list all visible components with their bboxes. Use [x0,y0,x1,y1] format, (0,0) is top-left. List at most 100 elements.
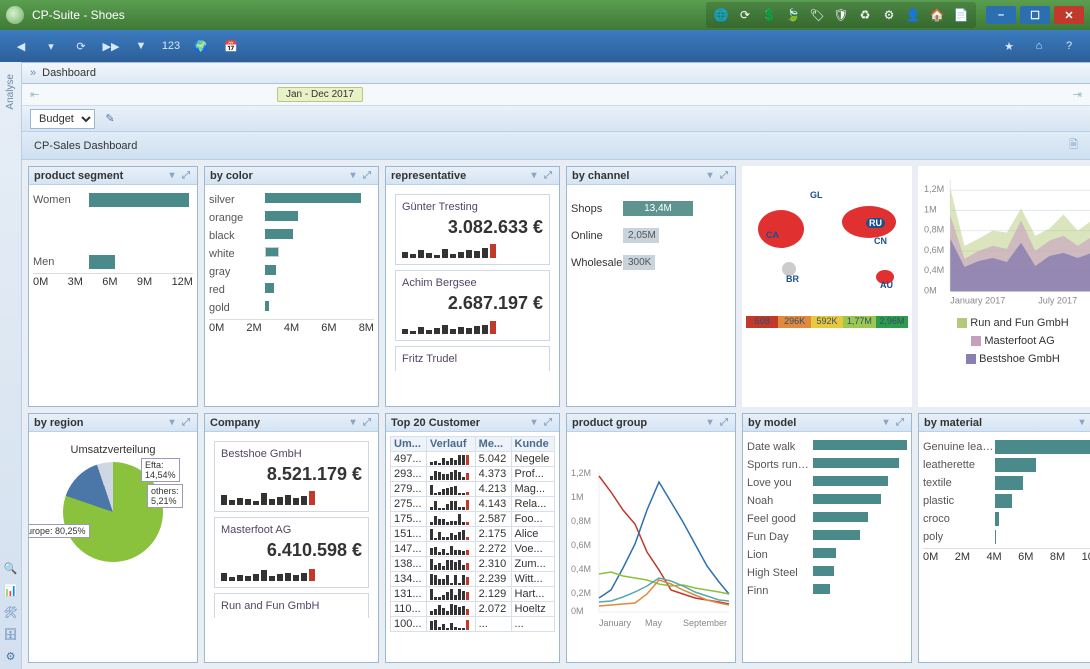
expand-icon[interactable]: ⤢ [361,170,373,182]
table-row[interactable]: 175...2.587Foo... [391,512,555,527]
dropdown-icon[interactable]: ▾ [38,33,64,59]
expand-icon[interactable]: ⤢ [542,417,554,429]
refresh-icon[interactable]: ⟳ [734,4,756,26]
timeline-bar[interactable]: ⇤ Jan - Dec 2017 ⇥ [22,84,1090,106]
funnel-icon[interactable]: ▾ [347,170,359,182]
expand-icon[interactable]: ⤢ [180,417,192,429]
rail-chart-icon[interactable]: 📊 [2,581,20,599]
note-icon[interactable]: 📄 [950,4,972,26]
chart-by-material[interactable]: Genuine leatherleatherettetextileplastic… [923,440,1090,544]
breadcrumb-collapse-icon[interactable]: » [30,67,36,79]
funnel-icon[interactable]: ▾ [347,417,359,429]
table-row[interactable]: 100......... [391,617,555,632]
sparkline [402,318,543,334]
shield-icon[interactable]: 🛡 [830,4,852,26]
rail-search-icon[interactable]: 🔍 [2,559,20,577]
rep-card[interactable]: Günter Tresting 3.082.633 € [395,194,550,265]
svg-text:0,4M: 0,4M [571,564,591,574]
svg-text:1,2M: 1,2M [571,468,591,478]
forward-icon[interactable]: ▶▶ [98,33,124,59]
money-icon[interactable]: 💲 [758,4,780,26]
numbers-icon[interactable]: 123 [158,33,184,59]
close-button[interactable]: ✕ [1054,6,1084,24]
timeline-range[interactable]: Jan - Dec 2017 [277,87,363,102]
table-row[interactable]: 110...2.072Hoeltz [391,602,555,617]
expand-icon[interactable]: ⤢ [361,417,373,429]
panel-by-material: by material▾⤢ Genuine leatherleatherette… [918,413,1090,663]
gear-icon[interactable]: ⚙ [878,4,900,26]
panel-by-region: by region▾⤢ Umsatzverteilung Europe: 80,… [28,413,198,663]
favorite-icon[interactable]: ★ [996,33,1022,59]
panel-top20: Top 20 Customer▾⤢ Um... Verlauf Me... Ku… [385,413,560,663]
maximize-button[interactable]: ☐ [1020,6,1050,24]
pie-title: Umsatzverteilung [71,444,156,456]
table-row[interactable]: 279...4.213Mag... [391,482,555,497]
area-chart[interactable]: 1,2M1M0,8M0,6M0,4M0M January 2017July 20… [922,170,1090,312]
funnel-icon[interactable]: ▾ [166,170,178,182]
company-card[interactable]: Bestshoe GmbH 8.521.179 € [214,441,369,512]
funnel-icon[interactable]: ▾ [528,417,540,429]
expand-icon[interactable]: ⤢ [718,417,730,429]
edit-icon[interactable]: ✎ [101,110,119,128]
chart-by-model[interactable]: Date walkSports runnerLove youNoahFeel g… [747,440,907,598]
rail-settings-icon[interactable]: ⚙ [2,647,20,665]
expand-icon[interactable]: ⤢ [542,170,554,182]
chart-by-channel[interactable]: Shops13,4M Online2,05M Wholesale300K [571,201,731,270]
scope-select[interactable]: Budget [30,109,95,129]
sparkline [221,565,362,581]
company-card[interactable]: Run and Fun GmbH [214,593,369,618]
chart-by-color[interactable]: silver orange black white gray red gold [209,193,374,315]
rep-card[interactable]: Achim Bergsee 2.687.197 € [395,270,550,341]
line-chart[interactable]: 1,2M1M0,8M0,6M0,4M0,2M0M JanuaryMaySepte… [571,436,731,658]
pie-chart[interactable]: Europe: 80,25% Efta: 14,54% others: 5,21… [63,462,163,562]
calendar-icon[interactable]: 📅 [218,33,244,59]
help-icon[interactable]: ? [1056,33,1082,59]
home-toolbar-icon[interactable]: ⌂ [1026,33,1052,59]
sync-icon[interactable]: ⟳ [68,33,94,59]
svg-text:January: January [599,618,632,628]
funnel-icon[interactable]: ▾ [1076,417,1088,429]
rail-tools-icon[interactable]: 🛠 [2,603,20,621]
table-row[interactable]: 497...5.042Negele [391,452,555,467]
back-icon[interactable]: ◀ [8,33,34,59]
table-row[interactable]: 131...2.129Hart... [391,587,555,602]
table-row[interactable]: 151...2.175Alice [391,527,555,542]
map-scale: 608 296K 592K 1,77M 2,96M [746,316,908,328]
table-row[interactable]: 138...2.310Zum... [391,557,555,572]
funnel-icon[interactable]: ▾ [704,170,716,182]
minimize-button[interactable]: – [986,6,1016,24]
expand-icon[interactable]: ⤢ [180,170,192,182]
table-row[interactable]: 147...2.272Voe... [391,542,555,557]
window-controls: – ☐ ✕ [986,6,1084,24]
timeline-start-icon[interactable]: ⇤ [30,88,39,101]
leaf-icon[interactable]: 🍃 [782,4,804,26]
rail-db-icon[interactable]: 🗄 [2,625,20,643]
expand-icon[interactable]: ⤢ [894,417,906,429]
funnel-icon[interactable]: ▾ [528,170,540,182]
funnel-icon[interactable]: ▾ [880,417,892,429]
funnel-icon[interactable]: ▾ [704,417,716,429]
home-icon[interactable]: 🏠 [926,4,948,26]
company-card[interactable]: Masterfoot AG 6.410.598 € [214,517,369,588]
expand-icon[interactable]: ⤢ [718,170,730,182]
scope-bar: Budget ✎ [22,106,1090,132]
globe-icon[interactable]: 🌐 [710,4,732,26]
svg-text:1M: 1M [924,204,937,214]
page-icon[interactable]: 🗎 [1069,136,1078,155]
chart-product-segment[interactable]: Women Men [33,193,193,269]
table-row[interactable]: 293...4.373Prof... [391,467,555,482]
funnel-icon[interactable]: ▾ [166,417,178,429]
filter-icon[interactable]: ▼ [128,33,154,59]
rep-card[interactable]: Fritz Trudel [395,346,550,371]
user-icon[interactable]: 👤 [902,4,924,26]
table-row[interactable]: 275...4.143Rela... [391,497,555,512]
rail-analyse-tab[interactable]: Analyse [5,74,16,110]
breadcrumb-label[interactable]: Dashboard [42,67,96,79]
world-map[interactable]: GL CA BR RU CN AU [746,170,908,310]
tag-icon[interactable]: 🏷 [806,4,828,26]
recycle-icon[interactable]: ♻ [854,4,876,26]
world-icon[interactable]: 🌍 [188,33,214,59]
top20-table[interactable]: Um... Verlauf Me... Kunde 497...5.042Neg… [390,436,555,632]
table-row[interactable]: 134...2.239Witt... [391,572,555,587]
timeline-end-icon[interactable]: ⇥ [1073,88,1082,101]
